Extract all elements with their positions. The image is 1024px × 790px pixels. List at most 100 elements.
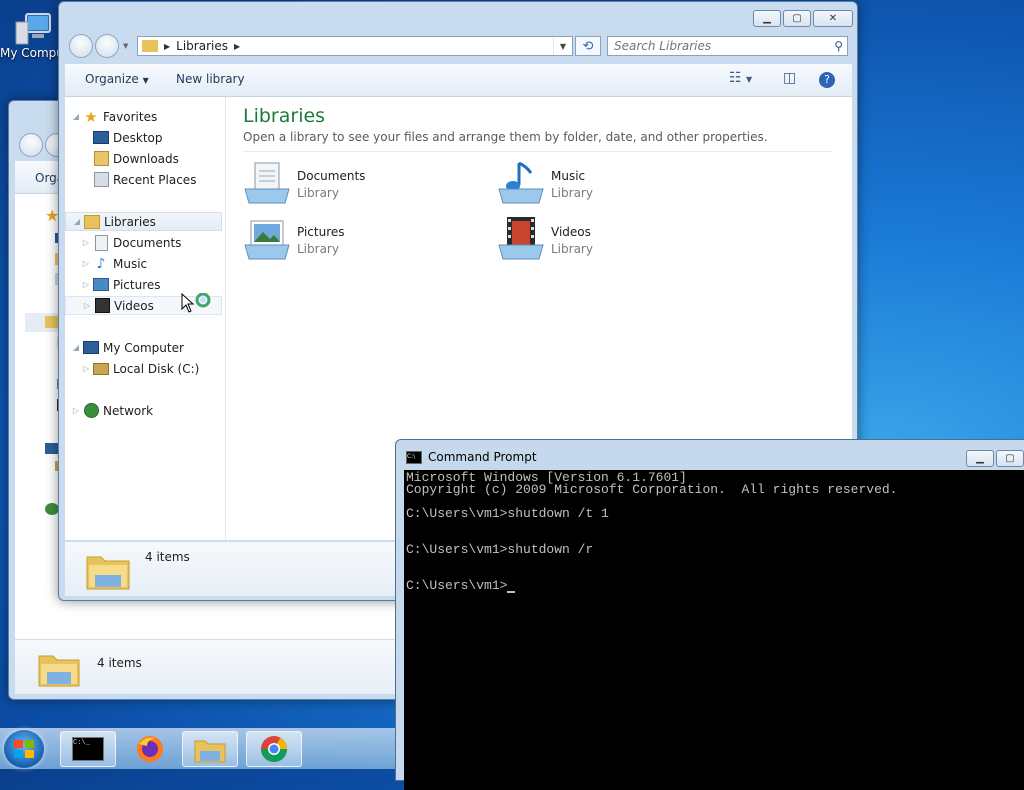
library-kind: Library <box>297 186 339 200</box>
recent-places-icon <box>93 172 109 188</box>
console-line: C:\Users\vm1>shutdown /r <box>406 542 594 557</box>
cmd-icon: C:\_ <box>72 737 104 761</box>
pictures-icon <box>93 277 109 293</box>
library-kind: Library <box>551 242 593 256</box>
star-icon: ★ <box>84 107 98 126</box>
videos-icon <box>94 298 110 314</box>
network-icon <box>83 403 99 419</box>
my-computer-icon <box>45 443 59 454</box>
taskbar-cmd-button[interactable]: C:\_ <box>60 731 116 767</box>
library-documents[interactable]: Documents Library <box>243 159 463 207</box>
nav-local-disk[interactable]: ▷ Local Disk (C:) <box>65 359 222 378</box>
page-title: Libraries <box>243 105 326 127</box>
library-name: Pictures <box>297 225 345 239</box>
new-library-button[interactable]: New library <box>176 72 245 86</box>
library-kind: Library <box>551 186 593 200</box>
minimize-button[interactable]: ▁ <box>966 450 994 467</box>
nav-downloads[interactable]: Downloads <box>65 149 222 168</box>
my-computer-desktop-icon[interactable]: My Computer <box>0 8 81 80</box>
nav-pictures[interactable]: ▷ Pictures <box>65 275 222 294</box>
firefox-icon <box>137 736 163 762</box>
videos-library-icon <box>497 215 545 263</box>
library-name: Documents <box>297 169 366 183</box>
library-music[interactable]: Music Library <box>497 159 717 207</box>
divider <box>243 151 833 152</box>
address-bar[interactable]: ▶ Libraries ▶ ▼ <box>137 36 573 56</box>
collapse-arrow-icon[interactable]: ◢ <box>71 343 81 352</box>
library-videos[interactable]: Videos Library <box>497 215 717 263</box>
music-icon: ♪ <box>96 255 106 272</box>
libraries-folder-icon <box>37 646 81 688</box>
back-button[interactable] <box>69 34 93 58</box>
command-prompt-window[interactable]: C:\ Command Prompt ▁ ▢ Microsoft Windows… <box>395 439 1024 790</box>
forward-button[interactable] <box>95 34 119 58</box>
preview-pane-icon[interactable]: ◫ <box>783 70 796 86</box>
library-pictures[interactable]: Pictures Library <box>243 215 463 263</box>
network-icon <box>45 503 59 515</box>
documents-icon <box>93 234 109 251</box>
text-cursor <box>507 591 516 593</box>
refresh-icon[interactable]: ⟲ <box>575 36 601 56</box>
library-kind: Library <box>297 242 339 256</box>
nav-recent-places[interactable]: Recent Places <box>65 170 222 189</box>
taskbar-explorer-button[interactable] <box>182 731 238 767</box>
computer-icon <box>12 12 52 46</box>
taskbar-firefox-button[interactable] <box>122 731 178 767</box>
nav-documents[interactable]: ▷ Documents <box>65 233 222 252</box>
console-prompt: C:\Users\vm1> <box>406 578 508 593</box>
nav-network[interactable]: ▷ Network <box>65 401 222 420</box>
libraries-icon <box>84 214 100 230</box>
chrome-icon <box>260 736 288 763</box>
search-box[interactable]: ⚲ <box>607 36 848 56</box>
cmd-icon: C:\ <box>406 450 422 464</box>
start-button[interactable] <box>4 730 44 768</box>
command-bar: Organize ▼ New library ☷ ▼ ◫ ? <box>65 64 852 97</box>
libraries-folder-icon <box>85 547 131 591</box>
back-button[interactable] <box>19 133 43 157</box>
breadcrumb-arrow-icon[interactable]: ▶ <box>234 42 240 51</box>
breadcrumb-libraries[interactable]: Libraries <box>176 39 228 53</box>
taskbar: C:\_ <box>0 728 395 769</box>
search-icon[interactable]: ⚲ <box>834 39 843 53</box>
navigation-pane: ◢ ★ Favorites Desktop Downloads Recent Pla… <box>65 97 226 540</box>
nav-music[interactable]: ▷ ♪ Music <box>65 254 222 273</box>
page-subtitle: Open a library to see your files and arr… <box>243 130 768 144</box>
collapse-arrow-icon[interactable]: ◢ <box>72 217 82 226</box>
documents-library-icon <box>243 159 291 207</box>
console-line: C:\Users\vm1>shutdown /t 1 <box>406 506 609 521</box>
recent-pages-icon[interactable]: ▼ <box>123 42 128 50</box>
libraries-icon <box>142 40 158 52</box>
local-disk-icon <box>93 361 109 377</box>
organize-menu[interactable]: Organize ▼ <box>85 72 149 86</box>
desktop-icon-label: My Computer <box>0 46 81 60</box>
change-view-icon[interactable]: ☷ ▼ <box>729 70 752 86</box>
desktop-icon <box>93 130 109 146</box>
my-computer-icon <box>83 340 99 356</box>
nav-my-computer[interactable]: ◢ My Computer <box>65 338 222 357</box>
search-input[interactable] <box>608 37 830 55</box>
console-output[interactable]: Microsoft Windows [Version 6.1.7601] Cop… <box>404 470 1024 790</box>
chevron-down-icon: ▼ <box>142 76 149 85</box>
nav-libraries[interactable]: ◢ Libraries <box>65 212 222 231</box>
console-line: Copyright (c) 2009 Microsoft Corporation… <box>406 482 898 497</box>
maximize-button[interactable]: ▢ <box>783 10 811 27</box>
nav-favorites[interactable]: ◢ ★ Favorites <box>65 107 222 126</box>
collapse-arrow-icon[interactable]: ◢ <box>71 112 81 121</box>
explorer-folder-icon <box>194 740 226 763</box>
breadcrumb-arrow-icon[interactable]: ▶ <box>164 42 170 51</box>
help-icon[interactable]: ? <box>819 72 835 88</box>
maximize-button[interactable]: ▢ <box>996 450 1024 467</box>
taskbar-chrome-button[interactable] <box>246 731 302 767</box>
status-text: 4 items <box>145 550 190 564</box>
mouse-cursor-icon <box>181 292 213 318</box>
nav-desktop[interactable]: Desktop <box>65 128 222 147</box>
window-title: Command Prompt <box>428 450 537 464</box>
downloads-icon <box>93 151 109 167</box>
address-dropdown-icon[interactable]: ▼ <box>552 37 572 55</box>
close-button[interactable]: ✕ <box>813 10 853 27</box>
pictures-library-icon <box>243 215 291 263</box>
minimize-button[interactable]: ▁ <box>753 10 781 27</box>
windows-logo-icon <box>14 740 34 758</box>
